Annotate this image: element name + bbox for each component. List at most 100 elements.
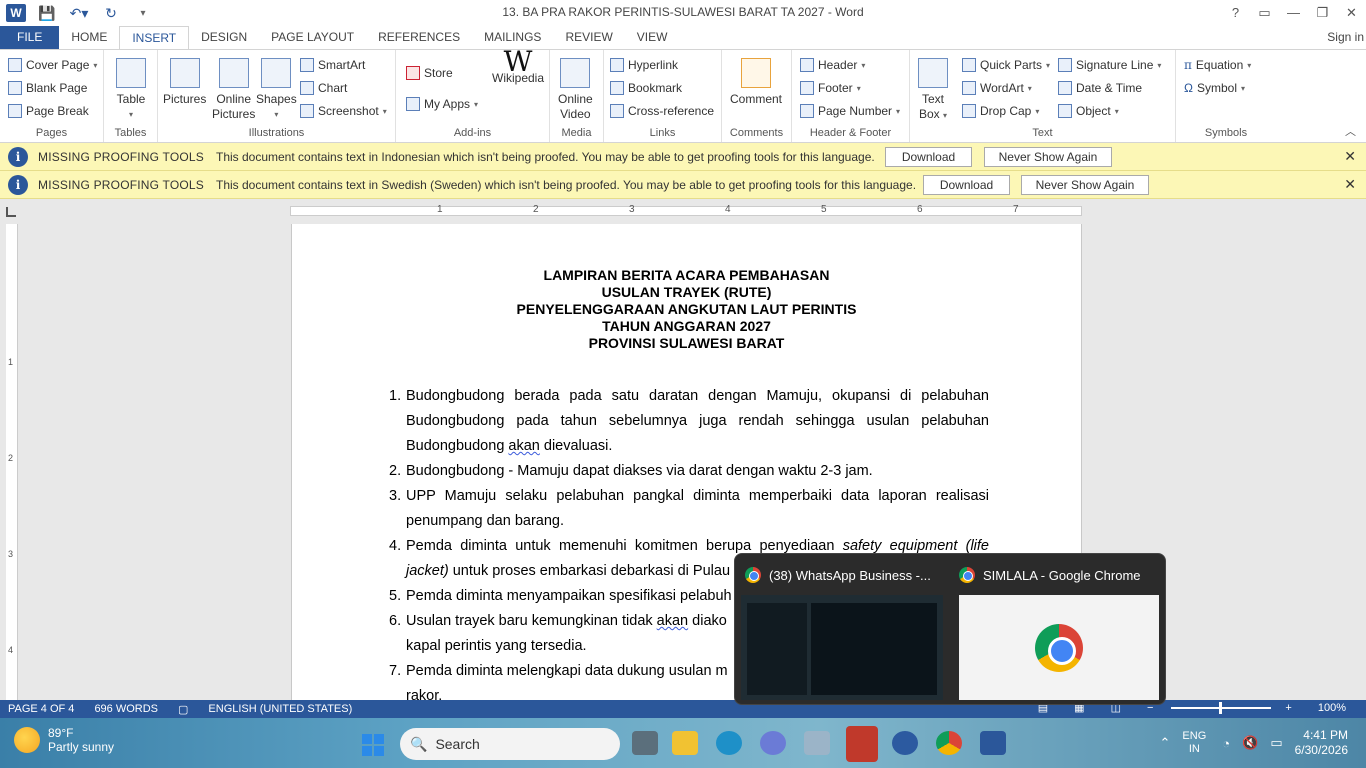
equation-button[interactable]: π Equation ▾ bbox=[1184, 58, 1251, 72]
clock[interactable]: 4:41 PM 6/30/2026 bbox=[1295, 728, 1348, 758]
word-logo-icon[interactable]: W bbox=[6, 4, 26, 22]
screenshot-button[interactable]: Screenshot ▾ bbox=[300, 104, 387, 118]
thumbnail-chat-list bbox=[747, 603, 807, 695]
page-count[interactable]: PAGE 4 OF 4 bbox=[8, 703, 74, 715]
word-count[interactable]: 696 WORDS bbox=[94, 703, 158, 715]
hyperlink-button[interactable]: Hyperlink bbox=[610, 58, 678, 72]
start-button[interactable] bbox=[362, 734, 384, 756]
weather-widget[interactable]: 89°F Partly sunny bbox=[14, 726, 114, 754]
sticky-notes-icon[interactable] bbox=[846, 726, 878, 762]
whatsapp-thumbnail[interactable] bbox=[741, 595, 943, 700]
taskbar-search[interactable]: 🔍 Search bbox=[400, 728, 620, 760]
sign-in-link[interactable]: Sign in bbox=[1327, 30, 1364, 44]
smartart-button[interactable]: SmartArt bbox=[300, 58, 365, 72]
cross-reference-button[interactable]: Cross-reference bbox=[610, 104, 714, 118]
tab-page-layout[interactable]: PAGE LAYOUT bbox=[259, 26, 366, 50]
blank-page-button[interactable]: Blank Page bbox=[8, 81, 87, 95]
edge-icon[interactable] bbox=[716, 731, 742, 755]
search-icon: 🔍 bbox=[410, 735, 428, 752]
chevron-up-icon[interactable]: ⌃ bbox=[1160, 735, 1171, 751]
customize-qat-icon[interactable]: ▾ bbox=[132, 8, 154, 19]
preview-title: (38) WhatsApp Business -... bbox=[769, 567, 931, 583]
minimize-button[interactable]: — bbox=[1279, 0, 1308, 26]
ribbon-display-options-button[interactable]: ▭ bbox=[1250, 0, 1279, 26]
language-indicator-tray[interactable]: ENG IN bbox=[1182, 730, 1206, 756]
battery-icon[interactable]: ▭ bbox=[1270, 735, 1282, 751]
never-show-again-button[interactable]: Never Show Again bbox=[984, 147, 1112, 167]
tab-home[interactable]: HOME bbox=[59, 26, 119, 50]
text-box-button[interactable]: Text Box ▾ bbox=[918, 50, 948, 123]
tab-references[interactable]: REFERENCES bbox=[366, 26, 472, 50]
help-button[interactable]: ? bbox=[1221, 0, 1250, 26]
simlala-thumbnail[interactable] bbox=[959, 595, 1159, 700]
chrome-taskbar-icon[interactable] bbox=[936, 731, 962, 755]
object-button[interactable]: Object ▾ bbox=[1058, 104, 1119, 118]
table-button[interactable]: Table ▾ bbox=[116, 50, 146, 122]
download-button[interactable]: Download bbox=[923, 175, 1010, 195]
camera-icon[interactable] bbox=[804, 731, 830, 755]
collapse-ribbon-icon[interactable]: ︿ bbox=[1345, 123, 1356, 139]
proofing-icon[interactable]: ▢ bbox=[178, 703, 188, 716]
symbol-button[interactable]: Ω Symbol ▾ bbox=[1184, 81, 1245, 95]
my-apps-button[interactable]: My Apps ▾ bbox=[406, 97, 478, 111]
save-icon[interactable]: 💾 bbox=[36, 5, 58, 22]
object-icon bbox=[1058, 104, 1072, 118]
group-label-pages: Pages bbox=[35, 127, 68, 139]
close-button[interactable]: ✕ bbox=[1337, 0, 1366, 26]
maximize-button[interactable]: ❐ bbox=[1308, 0, 1337, 26]
quick-parts-button[interactable]: Quick Parts ▾ bbox=[962, 58, 1050, 72]
ruler-number: 2 bbox=[8, 453, 14, 463]
never-show-again-button[interactable]: Never Show Again bbox=[1021, 175, 1149, 195]
app-icon[interactable] bbox=[760, 731, 786, 755]
chart-button[interactable]: Chart bbox=[300, 81, 347, 95]
close-infobar-icon[interactable]: ✕ bbox=[1344, 148, 1356, 165]
ruler-number: 3 bbox=[8, 549, 14, 559]
tab-selector-icon[interactable] bbox=[6, 207, 16, 217]
zoom-slider[interactable] bbox=[1171, 701, 1272, 714]
zoom-in-button[interactable]: + bbox=[1285, 702, 1291, 714]
blank-page-icon bbox=[8, 81, 22, 95]
app-icon-2[interactable] bbox=[892, 731, 918, 755]
redo-icon[interactable]: ↻ bbox=[100, 5, 122, 22]
zoom-level[interactable]: 100% bbox=[1318, 702, 1346, 714]
smartart-icon bbox=[300, 58, 314, 72]
shapes-button[interactable]: Shapes ▾ bbox=[256, 50, 297, 122]
undo-icon[interactable]: ↶▾ bbox=[68, 5, 90, 22]
comment-button[interactable]: Comment bbox=[730, 50, 782, 107]
preview-simlala[interactable]: SIMLALA - Google Chrome bbox=[945, 554, 1165, 706]
signature-line-button[interactable]: Signature Line ▾ bbox=[1058, 58, 1161, 72]
task-view-icon[interactable] bbox=[632, 731, 658, 755]
wikipedia-button[interactable]: W Wikipedia bbox=[492, 48, 544, 86]
footer-button[interactable]: Footer ▾ bbox=[800, 81, 861, 95]
horizontal-ruler[interactable]: 1 2 3 4 5 6 7 bbox=[290, 204, 1082, 216]
zoom-slider-thumb[interactable] bbox=[1219, 701, 1223, 714]
taskbar-preview-popup: (38) WhatsApp Business -... SIMLALA - Go… bbox=[734, 553, 1166, 705]
tab-review[interactable]: REVIEW bbox=[553, 26, 624, 50]
file-explorer-icon[interactable] bbox=[672, 731, 698, 755]
pictures-button[interactable]: Pictures bbox=[163, 50, 206, 107]
header-button[interactable]: Header ▾ bbox=[800, 58, 865, 72]
online-video-button[interactable]: Online Video bbox=[558, 50, 593, 122]
vertical-ruler[interactable]: 1 2 3 4 bbox=[6, 224, 18, 700]
tab-file[interactable]: FILE bbox=[0, 26, 60, 50]
bookmark-button[interactable]: Bookmark bbox=[610, 81, 682, 95]
store-button[interactable]: Store bbox=[406, 66, 453, 80]
tab-design[interactable]: DESIGN bbox=[189, 26, 259, 50]
online-pictures-button[interactable]: Online Pictures bbox=[212, 50, 255, 122]
page-break-button[interactable]: Page Break bbox=[8, 104, 89, 118]
close-infobar-icon[interactable]: ✕ bbox=[1344, 176, 1356, 193]
page-number-button[interactable]: Page Number ▾ bbox=[800, 104, 900, 118]
preview-whatsapp[interactable]: (38) WhatsApp Business -... bbox=[735, 554, 945, 706]
wifi-icon[interactable]: ◔ bbox=[1222, 736, 1230, 751]
wordart-button[interactable]: WordArt ▾ bbox=[962, 81, 1032, 95]
cover-page-button[interactable]: Cover Page ▾ bbox=[8, 58, 97, 72]
download-button[interactable]: Download bbox=[885, 147, 972, 167]
tab-view[interactable]: VIEW bbox=[625, 26, 680, 50]
infobar-proofing-swedish: i MISSING PROOFING TOOLS This document c… bbox=[0, 171, 1366, 199]
volume-muted-icon[interactable]: 🔇 bbox=[1242, 735, 1258, 751]
word-taskbar-icon[interactable] bbox=[980, 731, 1006, 755]
language-indicator[interactable]: ENGLISH (UNITED STATES) bbox=[208, 703, 352, 715]
tab-insert[interactable]: INSERT bbox=[119, 26, 190, 50]
date-time-button[interactable]: Date & Time bbox=[1058, 81, 1142, 95]
drop-cap-button[interactable]: Drop Cap ▾ bbox=[962, 104, 1039, 118]
